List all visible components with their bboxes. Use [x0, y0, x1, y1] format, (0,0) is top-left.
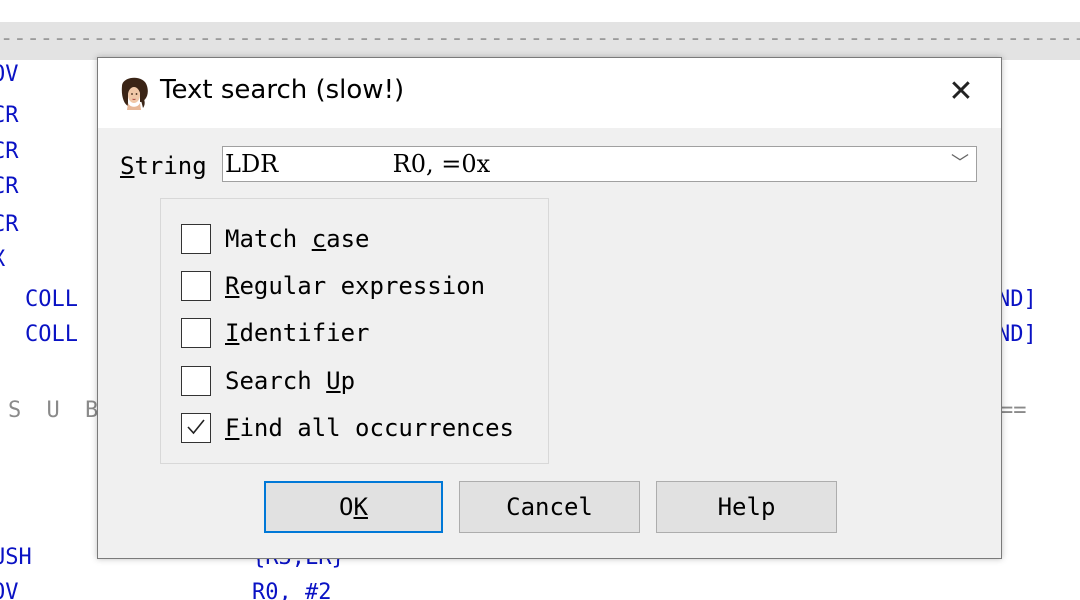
code-line: X — [0, 245, 5, 275]
code-line: COLL — [25, 322, 78, 347]
option-label: Match case — [225, 225, 370, 253]
option-label: Identifier — [225, 319, 370, 347]
option-regular-expression[interactable]: Regular expression — [181, 268, 485, 304]
code-line: CR — [0, 174, 19, 199]
help-button[interactable]: Help — [656, 481, 837, 533]
code-line: COLL — [25, 287, 78, 312]
code-line: CR — [0, 103, 19, 128]
option-find-all-occurrences[interactable]: Find all occurrences — [181, 410, 514, 446]
checkbox[interactable] — [181, 224, 211, 254]
checkmark-icon — [187, 419, 205, 435]
string-label: String — [120, 152, 207, 180]
search-options-group: Match case Regular expression Identifier… — [160, 198, 549, 464]
code-line: CR — [0, 139, 19, 164]
close-button[interactable]: ✕ — [939, 72, 983, 112]
app-portrait-icon — [121, 77, 148, 110]
option-label: Regular expression — [225, 272, 486, 300]
search-string-combobox[interactable]: ﹀ — [222, 146, 977, 182]
code-line: R0, #2 — [252, 580, 332, 600]
option-label: Search Up — [225, 367, 356, 395]
close-icon: ✕ — [948, 74, 974, 109]
checkbox[interactable] — [181, 271, 211, 301]
chevron-down-icon[interactable]: ﹀ — [950, 151, 970, 177]
code-line: ND] — [997, 287, 1037, 312]
text-search-dialog: Text search (slow!) ✕ String ﹀ Match cas… — [97, 57, 1002, 559]
dialog-title: Text search (slow!) — [160, 75, 405, 105]
dialog-titlebar[interactable]: Text search (slow!) ✕ — [98, 58, 1001, 128]
option-match-case[interactable]: Match case — [181, 221, 370, 257]
code-line: S U B — [8, 398, 105, 423]
code-line: USH — [0, 545, 32, 570]
checkbox[interactable] — [181, 413, 211, 443]
code-line: OV — [0, 580, 19, 600]
code-line: ND] — [997, 322, 1037, 347]
checkbox[interactable] — [181, 318, 211, 348]
search-string-input[interactable] — [225, 148, 945, 180]
option-search-up[interactable]: Search Up — [181, 363, 355, 399]
option-identifier[interactable]: Identifier — [181, 315, 370, 351]
checkbox[interactable] — [181, 366, 211, 396]
code-line: CR — [0, 212, 19, 237]
code-line: OV — [0, 62, 19, 87]
ok-button[interactable]: OK — [264, 481, 443, 533]
cancel-button[interactable]: Cancel — [459, 481, 640, 533]
option-label: Find all occurrences — [225, 414, 514, 442]
code-line: == — [1000, 398, 1027, 423]
separator-line: ----------------------------------------… — [0, 26, 1080, 51]
